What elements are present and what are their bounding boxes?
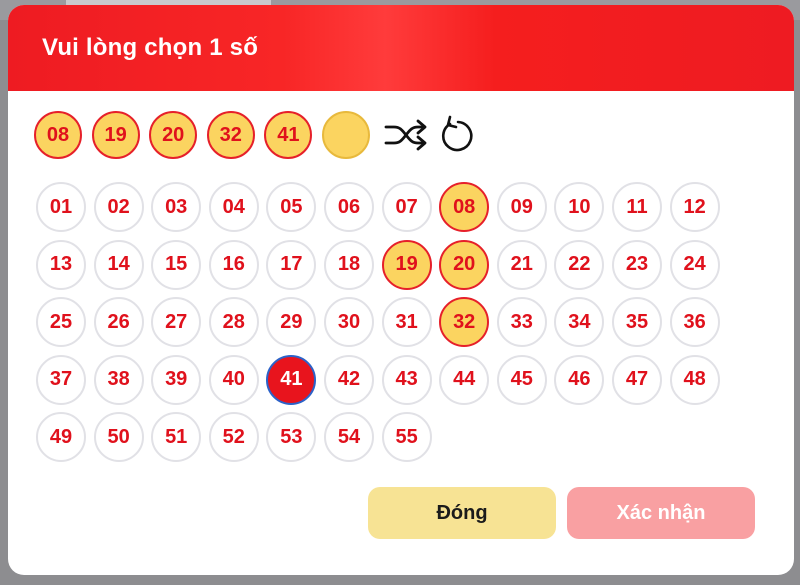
number-ball[interactable]: 33	[496, 297, 547, 347]
dialog-title: Vui lòng chọn 1 số	[42, 34, 259, 61]
number-ball[interactable]: 47	[612, 354, 662, 405]
number-ball[interactable]: 45	[496, 354, 547, 405]
shuffle-icon[interactable]	[382, 111, 430, 159]
selected-slot[interactable]: 32	[206, 111, 255, 159]
number-ball[interactable]: 04	[208, 182, 259, 232]
number-ball[interactable]: 19	[381, 239, 432, 290]
number-ball[interactable]: 09	[496, 182, 547, 232]
number-ball[interactable]: 42	[324, 354, 374, 405]
number-ball[interactable]: 40	[208, 354, 259, 405]
number-ball[interactable]: 25	[36, 297, 86, 347]
number-ball[interactable]: 49	[36, 412, 86, 462]
number-ball[interactable]: 44	[439, 354, 490, 405]
number-ball[interactable]: 39	[151, 354, 202, 405]
selected-slot-empty[interactable]	[321, 111, 370, 159]
number-ball[interactable]: 03	[151, 182, 202, 232]
number-ball[interactable]: 32	[439, 297, 490, 347]
selected-slot[interactable]: 20	[149, 111, 198, 159]
number-ball[interactable]: 38	[93, 354, 144, 405]
number-ball[interactable]: 06	[324, 182, 374, 232]
selected-slot[interactable]: 19	[91, 111, 140, 159]
number-ball[interactable]: 43	[381, 354, 432, 405]
number-ball[interactable]: 27	[151, 297, 202, 347]
selected-slot[interactable]: 08	[34, 111, 82, 159]
number-ball[interactable]: 18	[324, 239, 374, 290]
number-ball[interactable]: 55	[381, 412, 432, 462]
dialog-header: Vui lòng chọn 1 số	[8, 5, 794, 91]
number-ball[interactable]: 30	[324, 297, 374, 347]
number-ball[interactable]: 36	[669, 297, 720, 347]
number-ball[interactable]: 48	[669, 354, 720, 405]
number-ball[interactable]: 28	[208, 297, 259, 347]
number-ball[interactable]: 07	[381, 182, 432, 232]
number-ball[interactable]: 52	[208, 412, 259, 462]
number-ball[interactable]: 26	[93, 297, 144, 347]
number-ball[interactable]: 37	[36, 354, 86, 405]
number-ball[interactable]: 35	[612, 297, 662, 347]
number-ball[interactable]: 24	[669, 239, 720, 290]
selected-slot[interactable]: 41	[264, 111, 313, 159]
number-ball[interactable]: 01	[36, 182, 86, 232]
number-ball[interactable]: 46	[554, 354, 605, 405]
number-ball[interactable]: 21	[496, 239, 547, 290]
number-ball[interactable]: 50	[93, 412, 144, 462]
number-ball[interactable]: 12	[669, 182, 720, 232]
number-ball[interactable]: 54	[324, 412, 374, 462]
number-ball[interactable]: 20	[439, 239, 490, 290]
number-ball[interactable]: 15	[151, 239, 202, 290]
number-ball[interactable]: 11	[612, 182, 662, 232]
reset-icon[interactable]	[432, 111, 480, 159]
confirm-button[interactable]: Xác nhận	[567, 487, 755, 539]
number-ball[interactable]: 41	[266, 354, 317, 405]
number-ball[interactable]: 17	[266, 239, 317, 290]
number-ball[interactable]: 51	[151, 412, 202, 462]
close-button[interactable]: Đóng	[368, 487, 556, 539]
number-ball[interactable]: 08	[439, 182, 490, 232]
number-ball[interactable]: 16	[208, 239, 259, 290]
number-ball[interactable]: 13	[36, 239, 86, 290]
number-ball[interactable]: 14	[93, 239, 144, 290]
selected-numbers-row: 08 19 20 32 41	[34, 110, 480, 160]
number-ball[interactable]: 31	[381, 297, 432, 347]
number-ball[interactable]: 22	[554, 239, 605, 290]
number-ball[interactable]: 02	[93, 182, 144, 232]
number-ball[interactable]: 23	[612, 239, 662, 290]
